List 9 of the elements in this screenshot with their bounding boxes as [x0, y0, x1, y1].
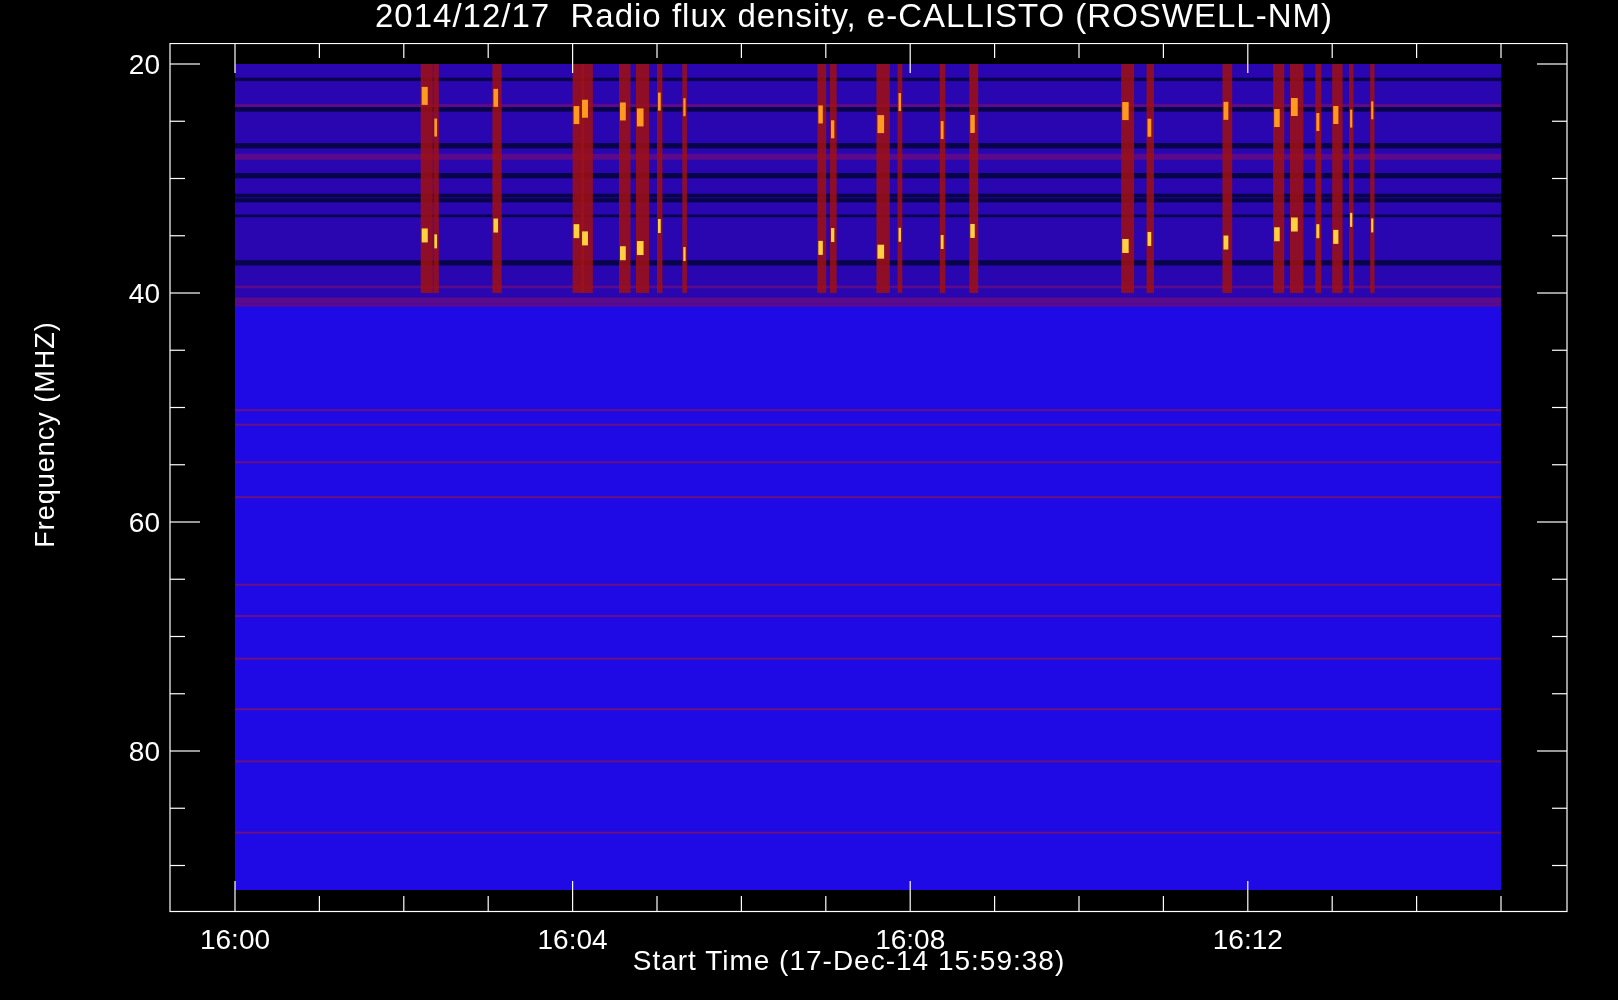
y-tick-label: 60 [128, 507, 160, 538]
chart-title: 2014/12/17 Radio flux density, e-CALLISTO (ROSWELL-NM) [375, 0, 1333, 36]
x-tick-label: 16:04 [537, 924, 608, 955]
y-tick-label: 40 [128, 278, 160, 309]
x-tick-label: 16:00 [199, 924, 271, 955]
y-tick-label: 20 [128, 49, 160, 80]
y-tick-label: 80 [128, 736, 160, 767]
y-axis-label: Frequency (MHZ) [29, 320, 61, 548]
x-tick-label: 16:12 [1212, 924, 1283, 955]
